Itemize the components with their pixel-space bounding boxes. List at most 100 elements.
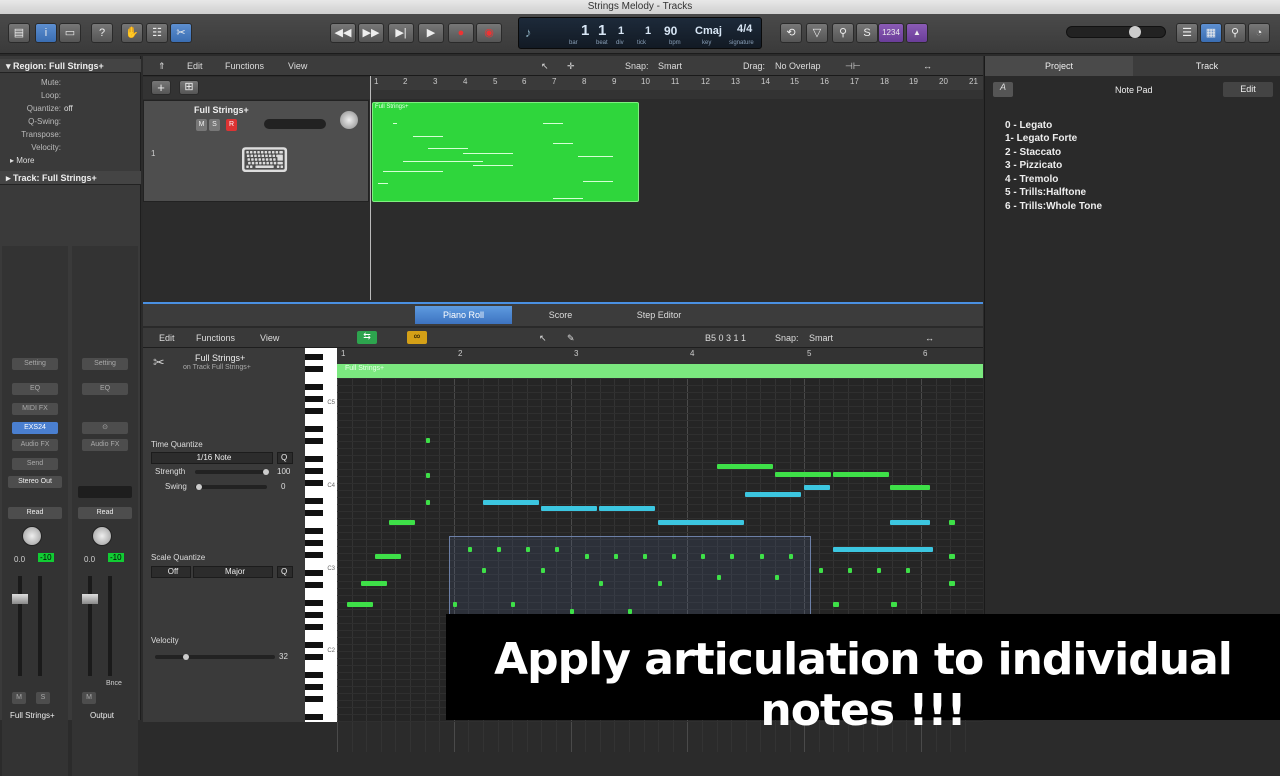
black-key[interactable] <box>305 714 323 720</box>
track-solo-button[interactable]: S <box>209 119 220 131</box>
inspector-row-qswing[interactable]: Q-Swing: <box>0 117 141 130</box>
replace-button[interactable]: ▽ <box>806 23 828 43</box>
velocity-slider[interactable] <box>155 655 275 659</box>
pointer-tool-icon[interactable]: ↖ <box>541 61 549 72</box>
midi-note[interactable] <box>426 438 430 443</box>
strip1-send-slot[interactable]: Send <box>12 458 58 470</box>
tab-step-editor[interactable]: Step Editor <box>609 306 709 324</box>
midi-note[interactable] <box>614 554 618 559</box>
strip2-bounce-button[interactable]: Bnce <box>106 680 122 687</box>
black-key[interactable] <box>305 510 323 516</box>
lcd-key[interactable]: Cmaj <box>695 25 722 37</box>
midi-note[interactable] <box>730 554 734 559</box>
midi-note[interactable] <box>453 602 457 607</box>
track-header-1[interactable]: 1 Full Strings+ M S R ⌨ <box>143 100 369 202</box>
tracks-menu-view[interactable]: View <box>288 61 307 71</box>
midi-note[interactable] <box>468 547 472 552</box>
midi-note[interactable] <box>599 506 655 511</box>
black-key[interactable] <box>305 528 323 534</box>
list-editors-button[interactable]: ☰ <box>1176 23 1198 43</box>
midi-note[interactable] <box>701 554 705 559</box>
black-key[interactable] <box>305 366 323 372</box>
velocity-slider-knob[interactable] <box>183 654 189 660</box>
piano-keyboard[interactable]: C5 C4 C3 C2 <box>305 348 337 722</box>
browser-button[interactable]: ◔ <box>1248 23 1270 43</box>
library-button[interactable]: ▤ <box>8 23 30 43</box>
black-key[interactable] <box>305 426 323 432</box>
midi-note[interactable] <box>672 554 676 559</box>
track-name[interactable]: Full Strings+ <box>194 105 249 115</box>
midi-note[interactable] <box>426 500 430 505</box>
midi-note[interactable] <box>347 602 373 607</box>
tab-score[interactable]: Score <box>512 306 609 324</box>
rewind-button[interactable]: ◀◀ <box>330 23 356 43</box>
smart-controls-button[interactable]: ✋ <box>121 23 143 43</box>
black-key[interactable] <box>305 600 323 606</box>
editor-menu-edit[interactable]: Edit <box>159 333 175 343</box>
strip2-audio-fx-slot[interactable]: Audio FX <box>82 439 128 451</box>
strip1-midi-fx-slot[interactable]: MIDI FX <box>12 403 58 415</box>
editor-menu-view[interactable]: View <box>260 333 279 343</box>
strip2-eq-button[interactable]: EQ <box>82 383 128 395</box>
play-button[interactable]: ▶ <box>418 23 444 43</box>
midi-out-icon[interactable]: ⇆ <box>357 331 377 344</box>
midi-note[interactable] <box>482 568 486 573</box>
region-inspector-header[interactable]: ▾ Region: Full Strings+ <box>0 59 141 73</box>
track-inspector-header[interactable]: ▸ Track: Full Strings+ <box>0 171 141 185</box>
note-line-1[interactable]: 1- Legato Forte <box>1005 133 1077 144</box>
tracks-snap-select[interactable]: Smart <box>658 61 682 71</box>
midi-note[interactable] <box>599 581 603 586</box>
strip1-volume-fader[interactable] <box>12 594 28 604</box>
midi-note[interactable] <box>717 575 721 580</box>
pencil-tool-icon[interactable]: ✛ <box>567 61 575 72</box>
editor-pencil-tool-icon[interactable]: ✎ <box>567 333 575 344</box>
midi-note[interactable] <box>389 520 415 525</box>
midi-note[interactable] <box>541 568 545 573</box>
inspector-button[interactable]: i <box>35 23 57 43</box>
midi-note[interactable] <box>497 547 501 552</box>
go-to-end-button[interactable]: ▶| <box>388 23 414 43</box>
midi-note[interactable] <box>789 554 793 559</box>
inspector-row-transpose[interactable]: Transpose: <box>0 130 141 143</box>
midi-note[interactable] <box>375 554 401 559</box>
strip2-mute-button[interactable]: M <box>82 692 96 704</box>
midi-note[interactable] <box>361 581 387 586</box>
lcd-tempo[interactable]: 90 <box>664 24 677 38</box>
inspector-row-quantize[interactable]: Quantize: off <box>0 104 141 117</box>
tracks-back-icon[interactable]: ⇑ <box>158 61 166 72</box>
midi-note[interactable] <box>906 568 910 573</box>
strip2-setting-button[interactable]: Setting <box>82 358 128 370</box>
midi-note[interactable] <box>775 575 779 580</box>
capture-record-button[interactable]: ◉ <box>476 23 502 43</box>
track-record-button[interactable]: R <box>226 119 237 131</box>
midi-note[interactable] <box>890 520 930 525</box>
tab-track[interactable]: Track <box>1133 56 1280 76</box>
black-key[interactable] <box>305 480 323 486</box>
swing-slider-knob[interactable] <box>196 484 202 490</box>
black-key[interactable] <box>305 438 323 444</box>
quick-help-button[interactable]: ? <box>91 23 113 43</box>
tracks-menu-edit[interactable]: Edit <box>187 61 203 71</box>
font-style-icon[interactable]: A <box>993 82 1013 97</box>
midi-note[interactable] <box>426 473 430 478</box>
note-pad-button[interactable]: ▦ <box>1200 23 1222 43</box>
black-key[interactable] <box>305 684 323 690</box>
note-line-2[interactable]: 2 - Staccato <box>1005 147 1061 158</box>
black-key[interactable] <box>305 498 323 504</box>
midi-note[interactable] <box>819 568 823 573</box>
swing-slider[interactable] <box>195 485 267 489</box>
midi-note[interactable] <box>585 554 589 559</box>
midi-note[interactable] <box>526 547 530 552</box>
strip1-setting-button[interactable]: Setting <box>12 358 58 370</box>
note-line-0[interactable]: 0 - Legato <box>1005 120 1052 131</box>
midi-note[interactable] <box>717 464 773 469</box>
black-key[interactable] <box>305 552 323 558</box>
strip1-audio-fx-slot[interactable]: Audio FX <box>12 439 58 451</box>
tracks-ruler[interactable]: 1 2 3 4 5 6 7 8 9 10 11 12 13 14 15 16 1… <box>371 76 983 90</box>
midi-note[interactable] <box>890 485 930 490</box>
midi-note[interactable] <box>745 492 801 497</box>
time-quantize-select[interactable]: 1/16 Note <box>151 452 273 464</box>
editor-pointer-tool-icon[interactable]: ↖ <box>539 333 547 344</box>
black-key[interactable] <box>305 354 323 360</box>
black-key[interactable] <box>305 396 323 402</box>
